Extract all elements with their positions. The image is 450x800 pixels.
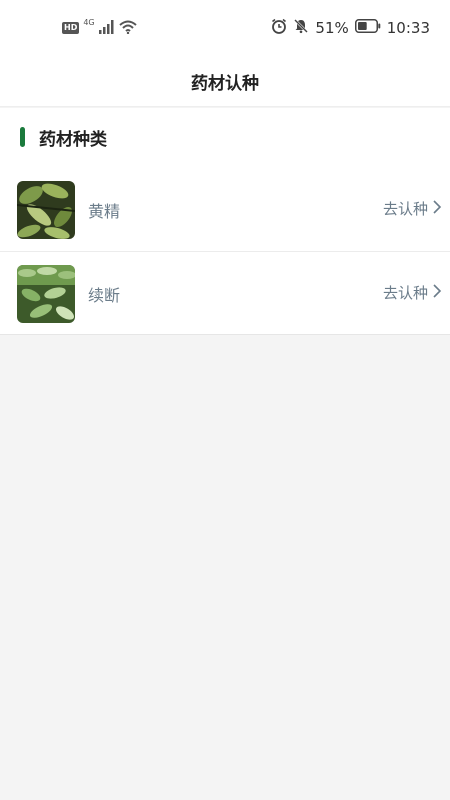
herb-name: 黄精 xyxy=(88,202,121,221)
adopt-label: 去认种 xyxy=(382,284,428,302)
herb-list-item[interactable]: 续断 去认种 xyxy=(0,252,450,335)
herb-category-section: 药材种类 黄精 去认种 续断 去认种 xyxy=(0,108,450,335)
battery-percent: 51% xyxy=(315,19,349,37)
signal-icon xyxy=(98,19,115,38)
herb-list-item[interactable]: 黄精 去认种 xyxy=(0,168,450,252)
adopt-link[interactable]: 去认种 xyxy=(383,198,442,219)
clock-time: 10:33 xyxy=(386,19,430,37)
empty-content-area xyxy=(0,335,450,800)
section-accent-bar xyxy=(20,127,25,147)
chevron-right-icon xyxy=(432,283,442,302)
adopt-link[interactable]: 去认种 xyxy=(383,282,442,303)
mute-bell-icon xyxy=(293,18,309,38)
wifi-icon xyxy=(118,19,137,38)
battery-icon xyxy=(354,19,381,37)
alarm-icon xyxy=(271,18,287,38)
network-type-label: 4G xyxy=(83,17,95,27)
herb-list: 黄精 去认种 续断 去认种 xyxy=(0,168,450,335)
chevron-right-icon xyxy=(432,199,442,218)
status-bar: HD 4G 51% 10:33 xyxy=(0,0,450,56)
status-left: HD 4G xyxy=(62,18,137,38)
adopt-label: 去认种 xyxy=(382,200,428,218)
status-right: 51% 10:33 xyxy=(271,18,430,38)
hd-badge: HD xyxy=(62,22,80,34)
herb-thumbnail-image xyxy=(17,265,75,323)
page-title: 药材认种 xyxy=(191,73,259,94)
herb-thumbnail-image xyxy=(17,181,75,239)
app-header: 药材认种 xyxy=(0,56,450,107)
section-header: 药材种类 xyxy=(20,126,107,150)
section-title: 药材种类 xyxy=(39,129,107,150)
herb-name: 续断 xyxy=(88,286,121,305)
